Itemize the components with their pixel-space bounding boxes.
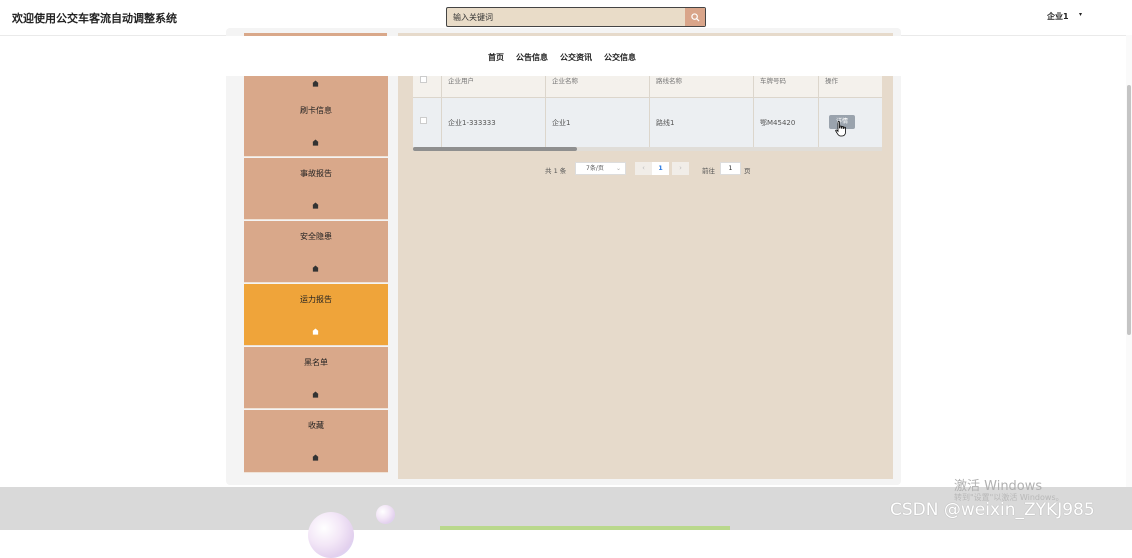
- prev-page-button[interactable]: ‹: [635, 162, 652, 175]
- next-page-button[interactable]: ›: [672, 162, 689, 175]
- page-unit-label: 页: [744, 167, 751, 175]
- page-scrollbar-thumb[interactable]: [1127, 85, 1131, 335]
- goto-label: 前往: [702, 167, 715, 175]
- column-divider: [441, 76, 442, 148]
- sidebar-item-blacklist[interactable]: 黑名单: [244, 347, 388, 409]
- sidebar-item-accident-report[interactable]: 事故报告: [244, 158, 388, 220]
- goto-page-input[interactable]: 1: [720, 162, 741, 175]
- data-table: 企业用户 企业名称 路线名称 车牌号码 操作: [413, 76, 882, 150]
- search-icon: [690, 12, 700, 22]
- row-checkbox[interactable]: [420, 117, 427, 124]
- sidebar-item-label: 刷卡信息: [300, 106, 332, 115]
- sidebar-item-safety-hazard[interactable]: 安全隐患: [244, 221, 388, 283]
- site-title: 欢迎使用公交车客流自动调整系统: [12, 12, 177, 25]
- home-icon: [312, 265, 319, 272]
- caret-down-icon[interactable]: ▾: [1079, 11, 1082, 18]
- column-divider: [545, 76, 546, 148]
- column-divider: [753, 76, 754, 148]
- home-icon: [312, 202, 319, 209]
- nav-bus-info[interactable]: 公交信息: [604, 52, 636, 63]
- column-header: 路线名称: [656, 77, 682, 85]
- column-divider: [818, 76, 819, 148]
- sidebar-item-label: 黑名单: [304, 358, 328, 367]
- column-header: 企业用户: [448, 77, 474, 85]
- sidebar-item-card-info[interactable]: 刷卡信息: [244, 95, 388, 157]
- sidebar-item-capacity-report[interactable]: 运力报告: [244, 284, 388, 346]
- sidebar-item-label: 收藏: [308, 421, 324, 430]
- home-icon: [312, 80, 319, 87]
- column-divider: [649, 76, 650, 148]
- search-input[interactable]: [447, 8, 685, 26]
- cell-user: 企业1-333333: [448, 119, 496, 127]
- sidebar-item-label: 运力报告: [300, 295, 332, 304]
- cell-route: 路线1: [656, 119, 675, 127]
- pagination-total: 共 1 条: [545, 167, 567, 175]
- cell-plate: 鄂M45420: [760, 119, 796, 127]
- page-size-value: 7条/页: [586, 165, 604, 172]
- nav-news[interactable]: 公交资讯: [560, 52, 592, 63]
- home-icon: [312, 328, 319, 335]
- top-nav: 首页 公告信息 公交资讯 公交信息: [226, 36, 901, 76]
- bubble-decoration: [308, 512, 354, 558]
- footer-bar: [440, 526, 730, 530]
- column-header: 操作: [825, 77, 838, 85]
- home-icon: [312, 454, 319, 461]
- search-button[interactable]: [685, 8, 705, 26]
- csdn-watermark: CSDN @weixin_ZYKJ985: [890, 500, 1095, 520]
- column-header: 企业名称: [552, 77, 578, 85]
- hand-cursor-icon: [835, 121, 846, 137]
- sidebar-item-label: 事故报告: [300, 169, 332, 178]
- table-scrollbar-thumb[interactable]: [413, 147, 577, 151]
- column-header: 车牌号码: [760, 77, 786, 85]
- sidebar-item-label: 安全隐患: [300, 232, 332, 241]
- sidebar-item-favorites[interactable]: 收藏: [244, 410, 388, 473]
- current-page[interactable]: 1: [652, 162, 669, 175]
- home-icon: [312, 139, 319, 146]
- search-box: [446, 7, 706, 27]
- home-icon: [312, 391, 319, 398]
- bubble-decoration: [376, 505, 395, 524]
- nav-home[interactable]: 首页: [488, 52, 504, 63]
- cell-company: 企业1: [552, 119, 571, 127]
- user-menu[interactable]: 企业1: [1047, 11, 1069, 22]
- select-all-checkbox[interactable]: [420, 76, 427, 83]
- page-size-select[interactable]: 7条/页 ⌄: [575, 162, 626, 175]
- nav-notices[interactable]: 公告信息: [516, 52, 548, 63]
- chevron-down-icon: ⌄: [615, 165, 621, 172]
